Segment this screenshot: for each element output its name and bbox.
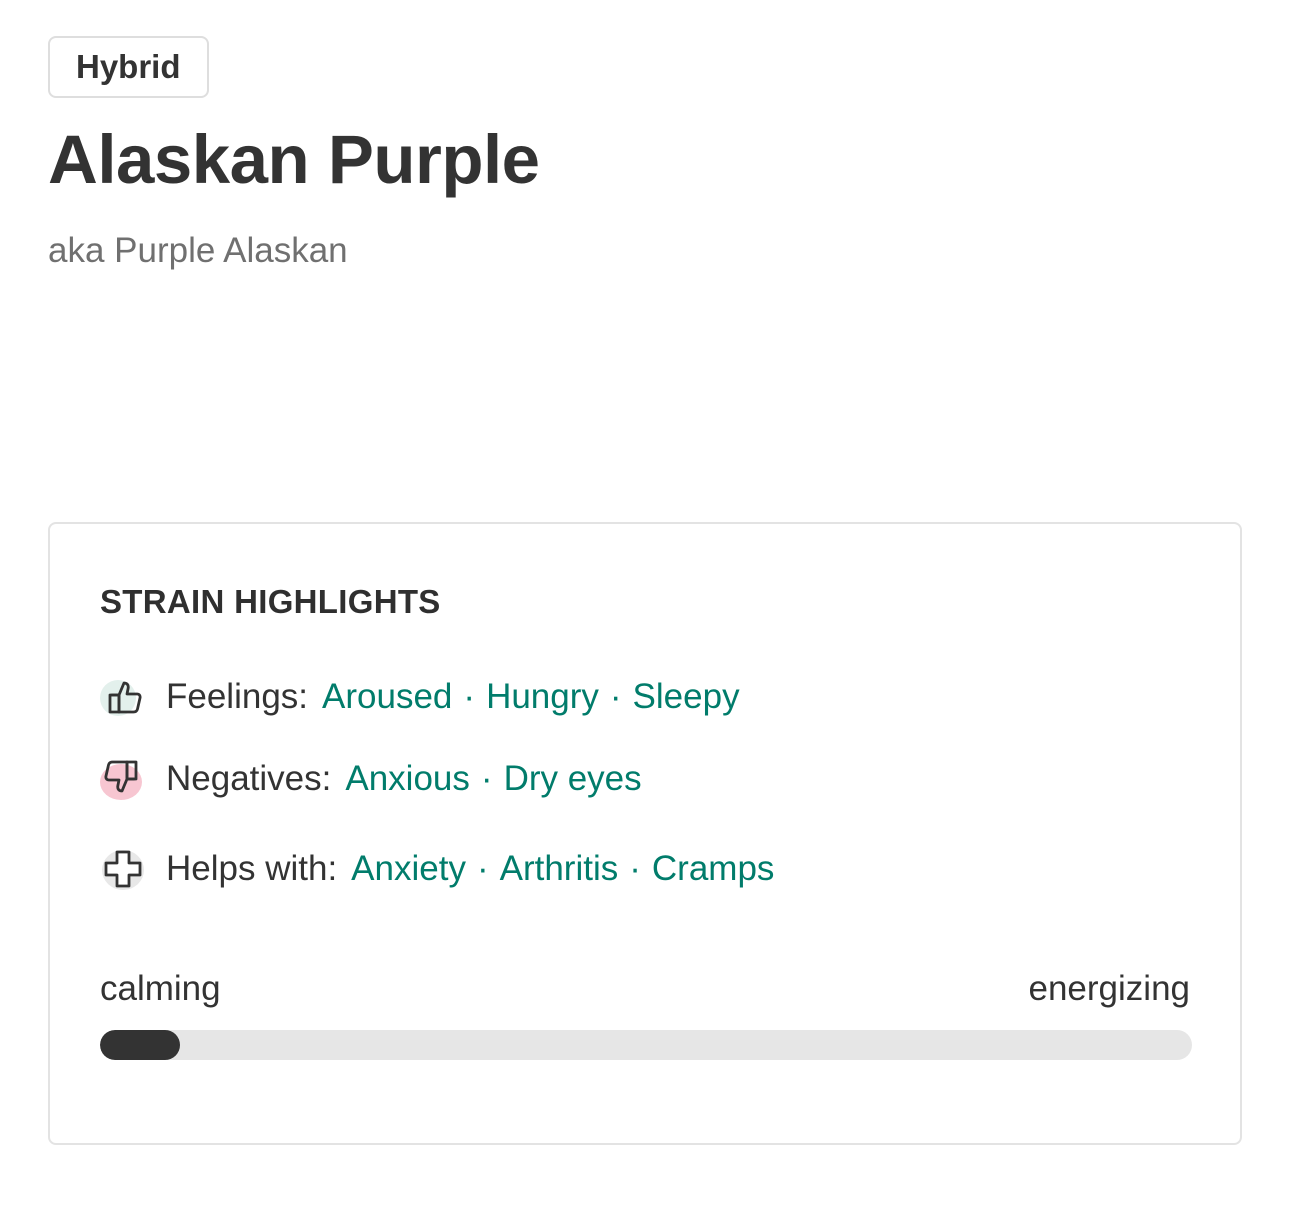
separator-dot: · — [609, 677, 622, 716]
helps-with-label: Helps with: — [166, 849, 338, 888]
feelings-label: Feelings: — [166, 677, 309, 716]
negative-tag-anxious[interactable]: Anxious — [345, 757, 470, 801]
feelings-row: Feelings: Aroused · Hungry · Sleepy — [100, 674, 740, 720]
negative-tag-dry-eyes[interactable]: Dry eyes — [504, 757, 642, 801]
helps-tag-cramps[interactable]: Cramps — [652, 847, 775, 891]
separator-dot: · — [629, 849, 641, 888]
strain-highlights-heading: STRAIN HIGHLIGHTS — [100, 583, 441, 620]
calming-label: calming — [100, 969, 221, 1008]
thumbs-down-icon — [100, 756, 146, 802]
negatives-label: Negatives: — [166, 759, 332, 798]
strain-name-title: Alaskan Purple — [48, 121, 540, 198]
feeling-tag-sleepy[interactable]: Sleepy — [633, 675, 740, 719]
separator-dot: · — [476, 849, 489, 888]
strain-aka-subtitle: aka Purple Alaskan — [48, 231, 348, 270]
strain-highlights-card: STRAIN HIGHLIGHTS Feelings: Aroused · Hu… — [48, 522, 1242, 1145]
negatives-row: Negatives: Anxious · Dry eyes — [100, 756, 642, 802]
helps-tag-anxiety[interactable]: Anxiety — [351, 847, 466, 891]
strain-type-badge: Hybrid — [48, 36, 209, 98]
separator-dot: · — [480, 759, 493, 798]
thumbs-up-icon — [100, 674, 146, 720]
helps-tag-arthritis[interactable]: Arthritis — [500, 847, 619, 891]
feeling-tag-aroused[interactable]: Aroused — [322, 675, 452, 719]
energizing-label: energizing — [1028, 969, 1191, 1008]
calming-energizing-scale-fill — [100, 1030, 180, 1060]
feeling-tag-hungry[interactable]: Hungry — [486, 675, 599, 719]
calming-energizing-scale-track — [100, 1030, 1192, 1060]
helps-with-row: Helps with: Anxiety · Arthritis · Cramps — [100, 846, 774, 892]
separator-dot: · — [463, 677, 476, 716]
medical-cross-icon — [100, 846, 146, 892]
